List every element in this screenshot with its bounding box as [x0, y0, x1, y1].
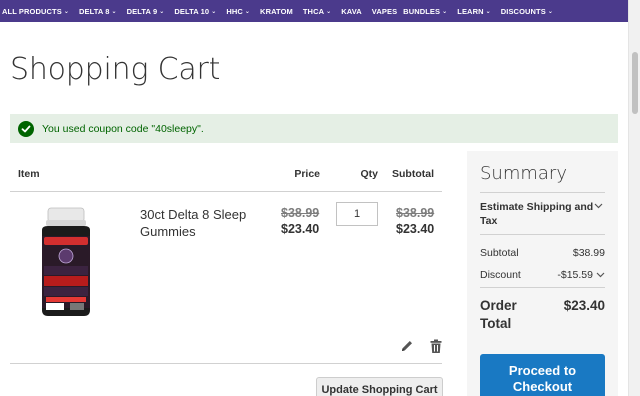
order-total-label: Order Total	[480, 298, 517, 331]
summary-divider	[480, 287, 605, 288]
proceed-to-checkout-button[interactable]: Proceed to Checkout	[480, 354, 605, 396]
nav-item-kratom[interactable]: KRATOM	[260, 7, 293, 16]
summary-subtotal-row: Subtotal $38.99	[480, 247, 605, 259]
cart-table-header: Item Price Qty Subtotal	[10, 160, 442, 192]
product-name-link[interactable]: 30ct Delta 8 Sleep Gummies	[140, 206, 260, 240]
nav-label: HHC	[226, 6, 243, 16]
nav-label: ALL PRODUCTS	[2, 6, 62, 16]
nav-item-all-products[interactable]: ALL PRODUCTS ⌄	[2, 7, 69, 16]
pencil-icon[interactable]	[400, 339, 414, 353]
nav-item-vapes[interactable]: VAPES	[372, 7, 397, 16]
chevron-down-icon: ⌄	[326, 8, 332, 15]
page-scrollbar[interactable]	[628, 0, 640, 396]
column-header-qty: Qty	[360, 168, 378, 180]
item-price-original: $38.99	[281, 206, 320, 220]
item-subtotal-final: $23.40	[396, 222, 435, 236]
subtotal-value: $38.99	[572, 247, 605, 259]
subtotal-label: Subtotal	[480, 247, 519, 259]
nav-item-discounts[interactable]: DISCOUNTS ⌄	[501, 7, 553, 16]
chevron-down-icon: ⌄	[442, 8, 448, 15]
nav-label: DELTA 8	[78, 6, 110, 16]
summary-divider	[480, 234, 605, 235]
nav-item-hhc[interactable]: HHC ⌄	[226, 7, 250, 16]
order-summary: Summary Estimate Shipping and Tax Subtot…	[467, 151, 618, 396]
chevron-down-icon: ⌄	[244, 8, 251, 15]
nav-item-delta-10[interactable]: DELTA 10 ⌄	[174, 7, 216, 16]
chevron-down-icon: ⌄	[159, 8, 165, 15]
summary-divider	[480, 192, 605, 193]
discount-value: -$15.59	[557, 269, 593, 281]
nav-item-thca[interactable]: THCA ⌄	[303, 7, 331, 16]
nav-item-kava[interactable]: KAVA	[341, 7, 362, 16]
nav-label: KAVA	[341, 6, 362, 16]
chevron-down-icon: ⌄	[485, 8, 491, 15]
discount-value-group: -$15.59	[557, 269, 605, 281]
column-header-item: Item	[18, 168, 40, 180]
nav-label: DELTA 10	[174, 6, 210, 16]
chevron-down-icon: ⌄	[547, 8, 553, 15]
chevron-down-icon	[594, 200, 603, 214]
item-price-final: $23.40	[281, 222, 320, 236]
success-message: You used coupon code "40sleepy".	[10, 114, 618, 143]
order-total-value: $23.40	[563, 298, 605, 313]
nav-item-delta-8[interactable]: DELTA 8 ⌄	[79, 7, 117, 16]
nav-label: BUNDLES	[403, 6, 441, 16]
success-message-text: You used coupon code "40sleepy".	[42, 122, 204, 135]
nav-label: DISCOUNTS	[500, 6, 546, 16]
check-circle-icon	[18, 120, 34, 137]
quantity-input[interactable]: 1	[336, 202, 378, 226]
update-cart-button[interactable]: Update Shopping Cart	[316, 377, 443, 396]
chevron-down-icon[interactable]	[596, 272, 605, 278]
summary-discount-row[interactable]: Discount -$15.59	[480, 269, 605, 281]
chevron-down-icon: ⌄	[63, 8, 69, 15]
nav-label: DELTA 9	[126, 6, 158, 16]
estimate-shipping-label: Estimate Shipping and Tax	[480, 201, 594, 227]
nav-item-bundles[interactable]: BUNDLES ⌄	[403, 7, 447, 16]
trash-icon[interactable]	[429, 339, 443, 354]
nav-item-delta-9[interactable]: DELTA 9 ⌄	[127, 7, 165, 16]
nav-item-learn[interactable]: LEARN ⌄	[457, 7, 490, 16]
scrollbar-thumb[interactable]	[632, 52, 638, 114]
chevron-down-icon: ⌄	[211, 8, 217, 15]
estimate-shipping-toggle[interactable]: Estimate Shipping and Tax	[480, 200, 605, 228]
item-subtotal-original: $38.99	[396, 206, 435, 220]
nav-label: KRATOM	[260, 6, 293, 16]
product-image[interactable]	[36, 206, 96, 318]
nav-label: VAPES	[371, 6, 398, 16]
summary-title: Summary	[480, 163, 567, 184]
row-divider	[10, 363, 442, 364]
order-total-row: Order Total $23.40	[480, 297, 605, 333]
page-title: Shopping Cart	[10, 52, 221, 87]
nav-label: THCA	[302, 6, 325, 16]
chevron-down-icon: ⌄	[111, 8, 117, 15]
column-header-price: Price	[294, 168, 320, 180]
discount-label: Discount	[480, 269, 521, 281]
nav-label: LEARN	[457, 6, 484, 16]
top-navigation: ALL PRODUCTS ⌄ DELTA 8 ⌄ DELTA 9 ⌄ DELTA 10…	[0, 0, 628, 22]
column-header-subtotal: Subtotal	[392, 168, 434, 180]
